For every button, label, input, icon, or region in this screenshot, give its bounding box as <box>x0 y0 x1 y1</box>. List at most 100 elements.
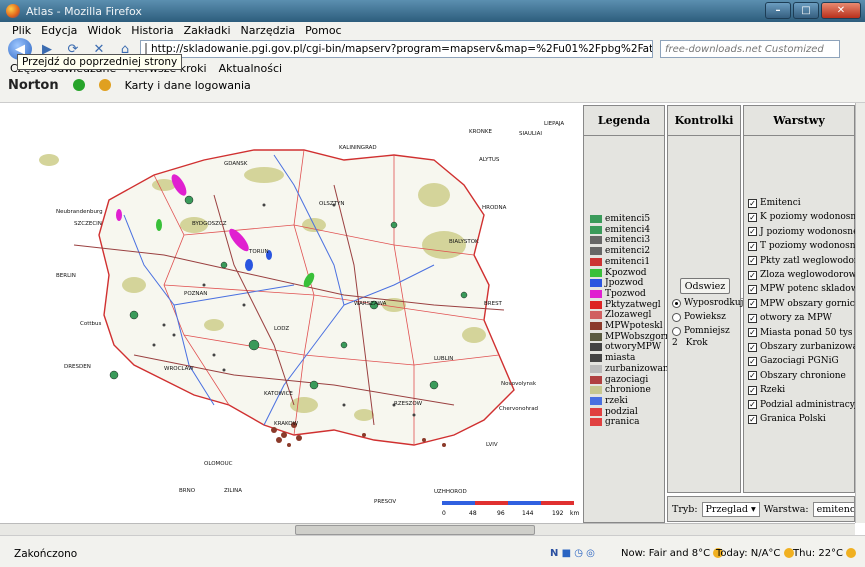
legend-item: emitenci4 <box>590 225 650 235</box>
legend-swatch <box>590 386 602 395</box>
layer-item[interactable]: ✓ Gazociagi PGNiG <box>748 356 839 366</box>
legend-swatch <box>590 236 602 245</box>
map-city-label: HRODNA <box>482 205 507 211</box>
layer-item[interactable]: ✓ Obszary chronione <box>748 371 846 381</box>
legend-label: emitenci1 <box>605 256 651 267</box>
legend-swatch <box>590 322 602 330</box>
url-bar[interactable]: http://skladowanie.pgi.gov.pl/cgi-bin/ma… <box>140 40 653 58</box>
layer-checkbox[interactable]: ✓ <box>748 328 757 338</box>
norton-logo[interactable]: Norton <box>8 78 59 93</box>
legend-label: emitenci4 <box>605 224 651 235</box>
radio-zoom-out[interactable]: Pomniejsz <box>672 326 730 336</box>
weather-today[interactable]: Today: N/A°C <box>716 548 794 559</box>
legend-label: gazociagi <box>605 374 649 385</box>
search-placeholder: free-downloads.net Customized <box>665 43 824 55</box>
menu-widok[interactable]: Widok <box>87 24 121 37</box>
layer-checkbox[interactable]: ✓ <box>748 299 757 309</box>
radio-zoom-in[interactable]: Powieksz <box>672 312 726 322</box>
layer-checkbox[interactable]: ✓ <box>748 400 757 410</box>
legend-item: emitenci3 <box>590 235 650 245</box>
vertical-scrollbar[interactable] <box>855 103 865 523</box>
menu-historia[interactable]: Historia <box>131 24 173 37</box>
map-city-label: WARSZAWA <box>354 301 387 307</box>
legend-swatch <box>590 279 602 288</box>
layer-item[interactable]: ✓ MPW obszary gornicze <box>748 299 865 309</box>
layer-item[interactable]: ✓ Podzial administracyjny <box>748 400 865 410</box>
video-icon[interactable]: ■ <box>562 548 571 559</box>
layer-item[interactable]: ✓ otwory za MPW <box>748 313 832 323</box>
radio-center-dot[interactable] <box>672 298 681 308</box>
mode-value: Przeglad <box>705 503 748 515</box>
legend-item: Tpozwod <box>590 289 646 299</box>
back-tooltip: Przejdź do poprzedniej strony <box>17 54 183 70</box>
globe-icon[interactable]: ◎ <box>586 548 595 559</box>
layer-checkbox[interactable]: ✓ <box>748 198 757 208</box>
layer-checkbox[interactable]: ✓ <box>748 313 757 323</box>
norton-status-icon-small[interactable]: N <box>550 548 558 559</box>
map-city-label: LUBLIN <box>434 356 453 362</box>
layer-item[interactable]: ✓ K poziomy wodonosne <box>748 212 862 222</box>
layer-checkbox[interactable]: ✓ <box>748 284 757 294</box>
layer-checkbox[interactable]: ✓ <box>748 227 757 237</box>
map-view[interactable]: 0 48 96 144 192 km KRONKE KALININGRAD LIEP… <box>14 105 580 525</box>
search-input[interactable]: free-downloads.net Customized <box>660 40 840 58</box>
layer-checkbox[interactable]: ✓ <box>748 356 757 366</box>
layer-checkbox[interactable]: ✓ <box>748 371 757 381</box>
radio-zoom-in-dot[interactable] <box>672 312 681 322</box>
radio-center[interactable]: Wyposrodkuj <box>672 298 743 308</box>
layer-checkbox[interactable]: ✓ <box>748 414 757 424</box>
step-input[interactable]: 2 <box>672 338 678 348</box>
layer-label: Miasta ponad 50 tys <box>760 327 853 338</box>
mode-select[interactable]: Przeglad ▾ <box>701 501 760 517</box>
layer-item[interactable]: ✓MPW potenc skladow CO2 <box>748 284 865 294</box>
close-button[interactable]: ✕ <box>821 2 861 19</box>
menu-pomoc[interactable]: Pomoc <box>305 24 341 37</box>
maximize-button[interactable]: □ <box>793 2 819 19</box>
legend-label: emitenci5 <box>605 214 651 224</box>
radio-zoom-in-label: Powieksz <box>684 312 726 322</box>
legend-label: Pktyzatwegl <box>605 299 661 310</box>
layers-panel: Warstwy ✓ Emitenci ✓ K poziomy wodonosne ✓ J … <box>743 105 865 493</box>
menu-plik[interactable]: Plik <box>12 24 31 37</box>
layer-item[interactable]: ✓ Miasta ponad 50 tys <box>748 328 853 338</box>
layer-item[interactable]: ✓ T poziomy wodonosne <box>748 241 861 251</box>
map-city-label: LVIV <box>486 442 498 448</box>
weather-now[interactable]: Now: Fair and 8°C <box>621 548 724 559</box>
layer-label: Podzial administracyjny <box>760 399 865 410</box>
norton-cards-button[interactable]: Karty i dane logowania <box>125 79 251 92</box>
layer-item[interactable]: ✓ Granica Polski <box>748 414 826 424</box>
layer-checkbox[interactable]: ✓ <box>748 270 757 280</box>
radio-zoom-out-dot[interactable] <box>672 326 681 336</box>
layer-item[interactable]: ✓ Pkty zatl weglowodorow <box>748 256 865 266</box>
menu-narzedzia[interactable]: Narzędzia <box>241 24 296 37</box>
scrollbar-thumb[interactable] <box>295 525 535 535</box>
layer-input[interactable]: emitenci <box>812 501 854 517</box>
legend-header: Legenda <box>584 106 664 136</box>
layer-checkbox[interactable]: ✓ <box>748 212 757 222</box>
layer-item[interactable]: ✓ J poziomy wodonosne <box>748 227 858 237</box>
weather-thu[interactable]: Thu: 22°C <box>793 548 857 559</box>
layer-checkbox[interactable]: ✓ <box>748 385 757 395</box>
refresh-button[interactable]: Odswiez <box>680 278 730 294</box>
menu-zakladki[interactable]: Zakładki <box>184 24 231 37</box>
minimize-button[interactable]: – <box>765 2 791 19</box>
clock-icon[interactable]: ◷ <box>574 548 583 559</box>
legend-swatch <box>590 257 602 266</box>
page-content: 0 48 96 144 192 km KRONKE KALININGRAD LIEP… <box>0 102 865 536</box>
legend-label: Kpozwod <box>605 267 647 278</box>
weather-now-text: Now: Fair and 8°C <box>621 548 711 559</box>
layer-item[interactable]: ✓ Zloza weglowodorow <box>748 270 856 280</box>
legend-item: rzeki <box>590 396 628 406</box>
layer-checkbox[interactable]: ✓ <box>748 241 757 251</box>
map-city-label: BERLIN <box>56 273 76 279</box>
legend-item: Jpozwod <box>590 278 643 288</box>
menu-edycja[interactable]: Edycja <box>41 24 77 37</box>
layer-checkbox[interactable]: ✓ <box>748 342 757 352</box>
layer-item[interactable]: ✓ Emitenci <box>748 198 801 208</box>
layer-checkbox[interactable]: ✓ <box>748 256 757 266</box>
norton-status-icon[interactable] <box>72 79 85 91</box>
layer-item[interactable]: ✓ Obszary zurbanizowane <box>748 342 865 352</box>
bookmark-aktualnosci[interactable]: Aktualności <box>219 62 283 75</box>
map-city-label: KRONKE <box>469 129 492 135</box>
layer-item[interactable]: ✓ Rzeki <box>748 385 785 395</box>
